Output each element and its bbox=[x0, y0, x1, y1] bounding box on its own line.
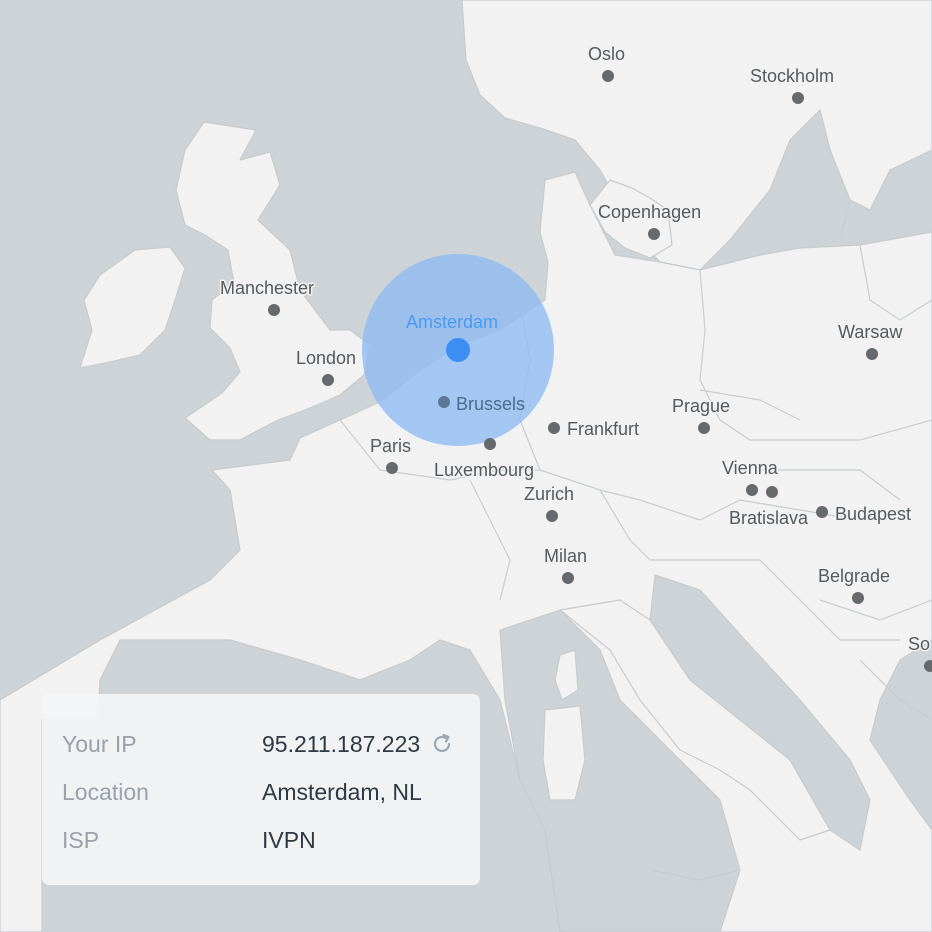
land-ireland bbox=[79, 246, 186, 369]
land-scandinavia bbox=[461, 0, 932, 271]
city-label: Vienna bbox=[722, 458, 779, 478]
city-dot bbox=[268, 304, 280, 316]
city-label: Belgrade bbox=[818, 566, 890, 586]
city-label: Brussels bbox=[456, 394, 525, 414]
land-sardinia bbox=[542, 705, 586, 801]
location-label: Location bbox=[62, 778, 149, 805]
city-dot bbox=[322, 374, 334, 386]
city-label: Bratislava bbox=[729, 508, 809, 528]
refresh-icon[interactable] bbox=[430, 732, 454, 756]
city-dot bbox=[698, 422, 710, 434]
isp-row: ISP IVPN bbox=[62, 816, 460, 864]
connection-info-panel: Your IP 95.211.187.223 Location Amsterda… bbox=[42, 694, 480, 885]
isp-value: IVPN bbox=[262, 826, 316, 853]
city-label: Zurich bbox=[524, 484, 574, 504]
selected-location-dot bbox=[446, 338, 470, 362]
ip-row: Your IP 95.211.187.223 bbox=[62, 720, 460, 768]
ip-label: Your IP bbox=[62, 730, 137, 757]
isp-label: ISP bbox=[62, 826, 100, 853]
city-dot bbox=[438, 396, 450, 408]
city-dot bbox=[852, 592, 864, 604]
city-label: Luxembourg bbox=[434, 460, 534, 480]
city-label: Warsaw bbox=[838, 322, 903, 342]
city-label: Budapest bbox=[835, 504, 911, 524]
city-dot bbox=[648, 228, 660, 240]
city-dot bbox=[484, 438, 496, 450]
city-label: Frankfurt bbox=[567, 419, 639, 439]
city-dot bbox=[602, 70, 614, 82]
city-label: Prague bbox=[672, 396, 730, 416]
city-dot bbox=[562, 572, 574, 584]
city-dot bbox=[816, 506, 828, 518]
city-dot bbox=[866, 348, 878, 360]
city-label: Manchester bbox=[220, 278, 314, 298]
city-dot bbox=[746, 484, 758, 496]
city-label: Copenhagen bbox=[598, 202, 701, 222]
city-label: Paris bbox=[370, 436, 411, 456]
city-dot bbox=[792, 92, 804, 104]
location-row: Location Amsterdam, NL bbox=[62, 768, 460, 816]
city-dot bbox=[546, 510, 558, 522]
city-label: Stockholm bbox=[750, 66, 834, 86]
city-dot bbox=[924, 660, 932, 672]
ip-value-wrapper: 95.211.187.223 bbox=[262, 731, 454, 758]
city-label: Milan bbox=[544, 546, 587, 566]
city-label: Oslo bbox=[588, 44, 625, 64]
city-dot bbox=[548, 422, 560, 434]
ip-value: 95.211.187.223 bbox=[262, 730, 421, 757]
location-value: Amsterdam, NL bbox=[262, 778, 422, 805]
selected-location-label: Amsterdam bbox=[406, 312, 498, 332]
city-dot bbox=[766, 486, 778, 498]
city-dot bbox=[386, 462, 398, 474]
city-sofia-partial[interactable]: So bbox=[907, 633, 932, 672]
city-label: So bbox=[908, 634, 930, 654]
city-label: London bbox=[296, 348, 356, 368]
